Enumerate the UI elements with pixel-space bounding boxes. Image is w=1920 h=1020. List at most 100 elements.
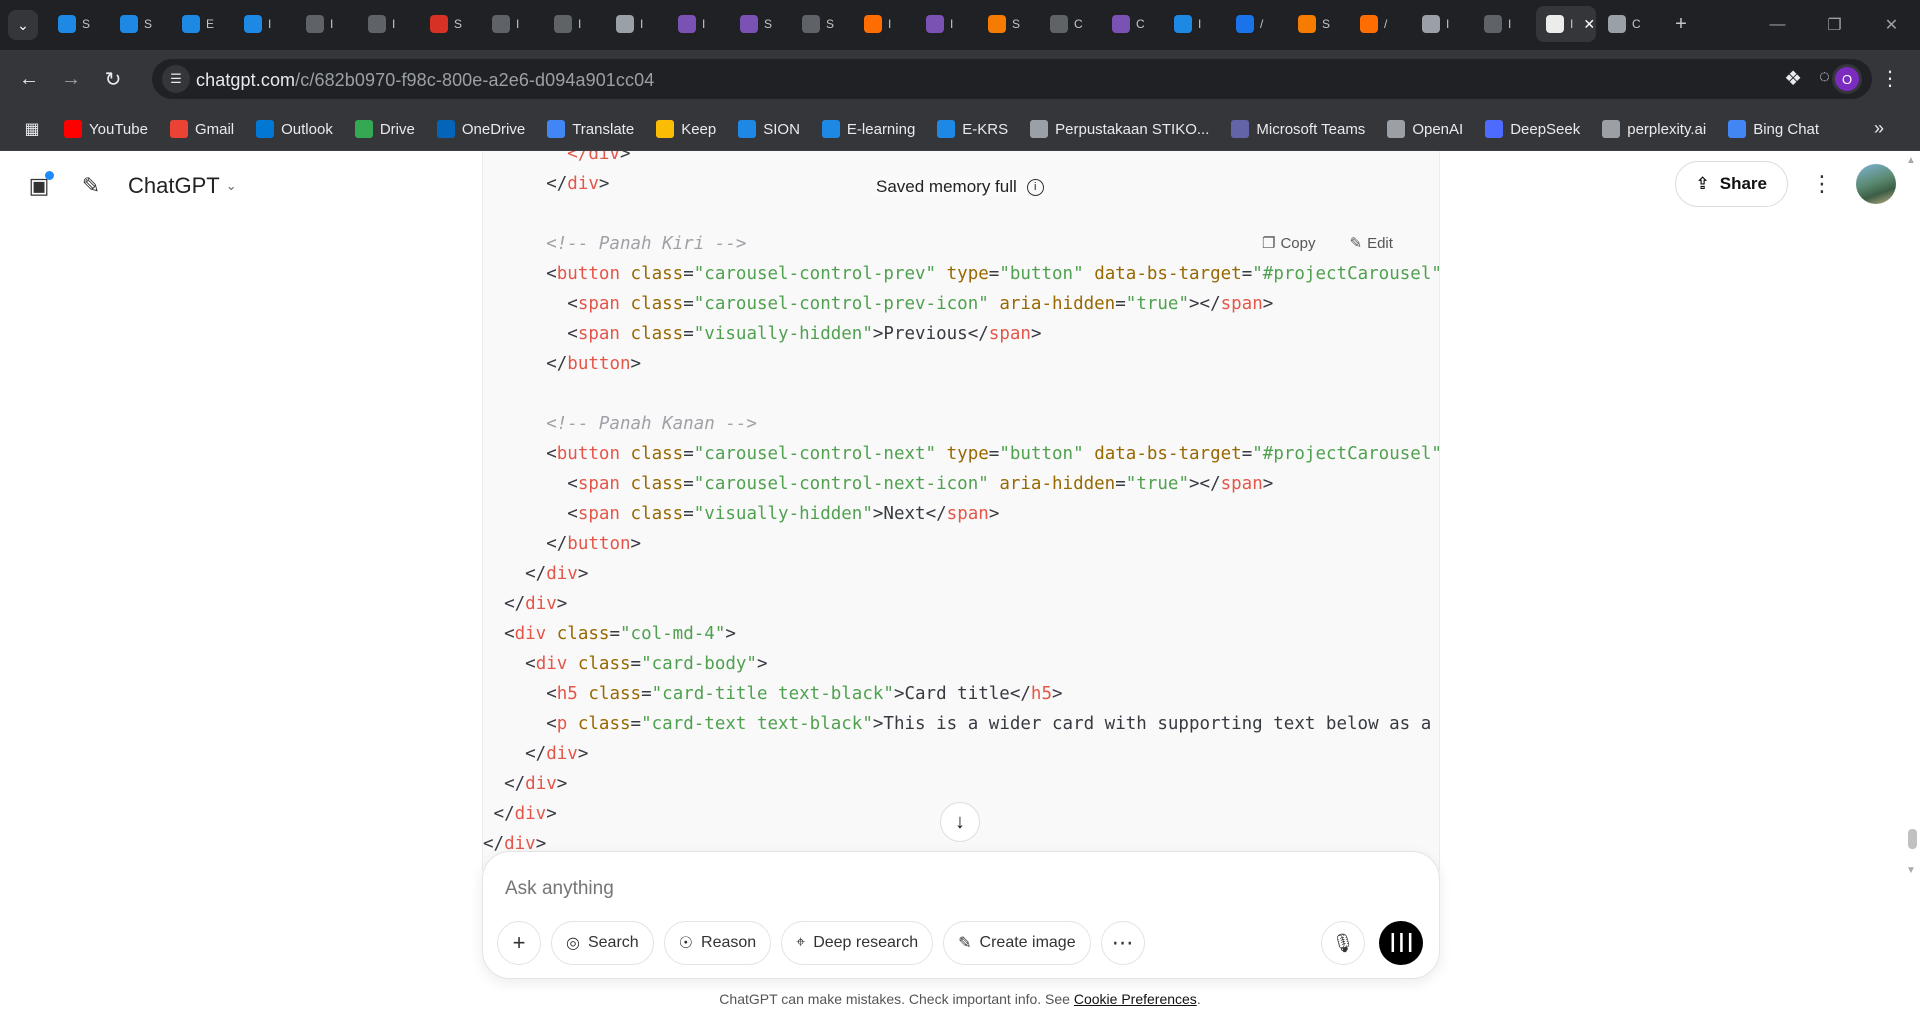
memory-banner[interactable]: Saved memory full i [870,177,1050,197]
browser-tab[interactable]: I [854,6,914,42]
browser-tab[interactable]: S [730,6,790,42]
bookmark-item[interactable]: Translate [547,120,634,138]
new-tab-icon[interactable]: + [1666,9,1696,39]
back-icon[interactable]: ← [16,66,42,92]
bookmark-item[interactable]: Drive [354,120,415,138]
browser-tab[interactable]: S [1288,6,1348,42]
browser-tab[interactable]: S [48,6,108,42]
more-tools-button[interactable]: ⋯ [1100,921,1145,965]
code-token: <!-- Panah Kiri --> [546,234,747,254]
bookmark-item[interactable]: Gmail [169,120,234,138]
bookmark-item[interactable]: YouTube [64,120,148,138]
bookmark-item[interactable]: perplexity.ai [1602,120,1706,138]
browser-tab[interactable]: I [358,6,418,42]
bookmark-item[interactable]: DeepSeek [1485,120,1580,138]
extensions-icon[interactable]: ❖ [1784,66,1802,91]
flag-icon [1236,15,1254,33]
add-attachment-button[interactable]: + [497,921,541,965]
bookmark-item[interactable]: Microsoft Teams [1231,120,1365,138]
browser-tab[interactable]: I [234,6,294,42]
tab-search-button[interactable]: ⌄ [8,10,38,40]
browser-tab[interactable]: / [1350,6,1410,42]
browser-tab[interactable]: C [1102,6,1162,42]
restore-icon[interactable]: ❐ [1806,0,1863,50]
conversation-menu-icon[interactable]: ⋮ [1808,171,1836,197]
minimize-icon[interactable]: — [1749,0,1806,50]
close-tab-icon[interactable]: ✕ [1583,16,1595,33]
browser-tab[interactable]: C [1040,6,1100,42]
bookmark-item[interactable]: OneDrive [436,120,526,138]
profile-avatar[interactable]: O [1830,62,1864,96]
prompt-input[interactable] [505,878,1305,900]
code-token: type [946,444,989,464]
browser-tab[interactable]: I [296,6,356,42]
scrollbar-thumb[interactable] [1908,829,1917,849]
browser-tab[interactable]: I [668,6,728,42]
browser-tab[interactable]: I ✕ [1536,6,1596,42]
tool-reason-button[interactable]: ☉ Reason [663,921,772,965]
bookmark-item[interactable]: Keep [656,120,716,138]
model-selector[interactable]: ChatGPT ⌄ [128,173,237,199]
tool-search-button[interactable]: ◎ Search [551,921,654,965]
sidebar-toggle-icon[interactable]: ▣ [24,171,54,201]
copy-code-button[interactable]: ❐ Copy [1262,234,1315,253]
bookmark-item[interactable]: Outlook [256,120,333,138]
share-button[interactable]: ⇪ Share [1674,161,1788,207]
code-line: <div class="card-body"> [483,649,1439,679]
browser-tab[interactable]: I [606,6,666,42]
browser-tab[interactable]: I [482,6,542,42]
scroll-down-icon[interactable]: ▼ [1906,865,1916,876]
bookmark-item[interactable]: OpenAI [1387,120,1463,138]
bookmark-item[interactable]: E-learning [821,120,915,138]
browser-tab[interactable]: S [792,6,852,42]
forward-icon[interactable]: → [58,66,84,92]
info-icon[interactable]: i [1026,178,1044,196]
close-window-icon[interactable]: ✕ [1863,0,1920,50]
globe-icon: ◎ [566,935,580,952]
more-bookmarks-icon[interactable]: » [1874,118,1884,139]
browser-tab[interactable]: E [172,6,232,42]
code-token: < [483,264,557,284]
globe-icon [492,15,510,33]
bookmark-item[interactable]: Perpustakaan STIKO... [1030,120,1209,138]
browser-tab[interactable]: I [544,6,604,42]
bookmark-label: OneDrive [461,120,526,138]
browser-menu-icon[interactable]: ⋮ [1880,66,1900,91]
page-scrollbar[interactable]: ▲ ▼ [1904,151,1920,1020]
browser-tab[interactable]: C [1598,6,1658,42]
edit-code-button[interactable]: ✎ Edit [1349,234,1392,253]
site-info-icon[interactable]: ☰ [162,65,190,93]
user-avatar[interactable] [1856,164,1896,204]
bookmark-item[interactable]: SION [738,120,800,138]
bookmark-item[interactable]: E-KRS [937,120,1008,138]
browser-tab[interactable]: / [1226,6,1286,42]
browser-tab[interactable]: I [1412,6,1472,42]
dictate-button[interactable]: 🎙 [1321,921,1365,965]
url-text[interactable]: chatgpt.com/c/682b0970-f98c-800e-a2e6-d0… [196,70,654,91]
voice-mode-button[interactable]: ┃┃┃ [1379,921,1423,965]
browser-tab[interactable]: I [1474,6,1534,42]
eye-off-icon[interactable]: ◌ [1819,66,1830,87]
reload-icon[interactable]: ↻ [100,66,126,92]
browser-tab[interactable]: I [1164,6,1224,42]
new-chat-icon[interactable]: ✎ [76,171,106,201]
bookmark-label: Perpustakaan STIKO... [1055,120,1210,138]
browser-tab[interactable]: I [916,6,976,42]
code-token: div [546,744,578,764]
scroll-up-icon[interactable]: ▲ [1906,155,1916,166]
lightbulb-icon: ☉ [678,935,694,952]
code-token: </ [483,774,526,794]
bootstrap-icon [678,15,696,33]
browser-tab[interactable]: S [420,6,480,42]
browser-tab[interactable]: S [978,6,1038,42]
apps-grid-icon[interactable]: ▦ [20,117,44,141]
cookie-preferences-link[interactable]: Cookie Preferences [1074,991,1197,1007]
address-bar[interactable]: ☰ chatgpt.com/c/682b0970-f98c-800e-a2e6-… [152,59,1872,99]
tool-deep-research-button[interactable]: ⌖ Deep research [781,921,934,965]
bookmark-item[interactable]: Bing Chat [1728,120,1819,138]
tool-create-image-button[interactable]: ✎ Create image [943,921,1091,965]
code-line: </div> [483,559,1439,589]
scroll-to-bottom-button[interactable]: ↓ [940,802,980,842]
xampp-icon [1298,15,1316,33]
browser-tab[interactable]: S [110,6,170,42]
